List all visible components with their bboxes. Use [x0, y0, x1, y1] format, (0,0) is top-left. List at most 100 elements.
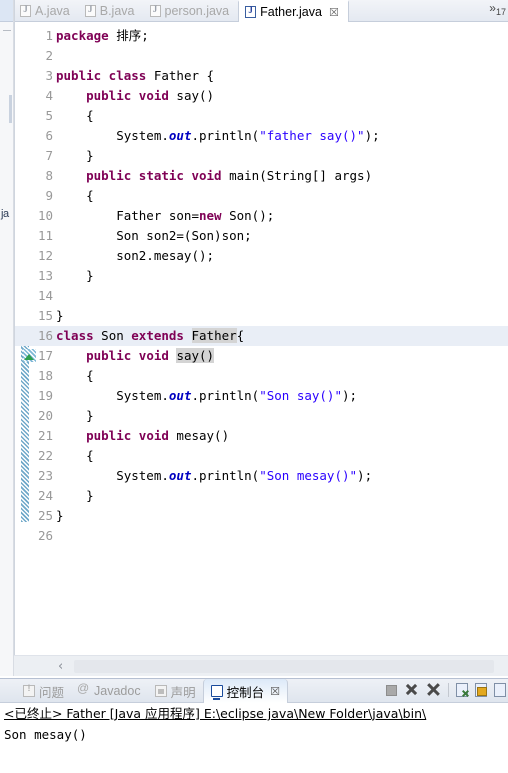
editor-tab-label: Father.java — [260, 5, 322, 19]
code-line-text: } — [56, 268, 94, 283]
line-number: 24 — [37, 488, 53, 503]
console-launch-header: <已终止> Father [Java 应用程序] E:\eclipse java… — [4, 706, 427, 721]
editor-tab-overflow-indicator[interactable]: »17 — [489, 1, 506, 17]
editor-tab-father-java[interactable]: Father.java ☒ — [238, 0, 349, 22]
horizontal-scroll-thumb[interactable] — [74, 660, 494, 673]
code-editor-canvas[interactable]: 1 package 排序; 2 3 public class Father {4 pub… — [14, 22, 508, 654]
code-line[interactable]: 12 son2.mesay(); — [14, 246, 508, 266]
editor-horizontal-scrollbar[interactable]: ‹ — [14, 655, 508, 676]
code-line[interactable]: 15} — [14, 306, 508, 326]
code-line[interactable]: 17 public void say() — [14, 346, 508, 366]
close-icon[interactable]: ☒ — [329, 6, 339, 19]
editor-tab-a-java[interactable]: A.java — [14, 0, 79, 22]
remove-all-launches-button[interactable] — [426, 682, 441, 697]
line-number: 1 — [45, 28, 53, 43]
code-line-text: public void say() — [86, 348, 215, 363]
code-line[interactable]: 13 } — [14, 266, 508, 286]
line-number: 17 — [37, 348, 53, 363]
console-tab-console[interactable]: 控制台 ☒ — [202, 679, 288, 703]
code-line[interactable]: 1 package 排序; — [14, 26, 508, 46]
code-line-text: public void say() — [86, 88, 215, 103]
line-number: 21 — [37, 428, 53, 443]
line-number: 19 — [37, 388, 53, 403]
line-number: 10 — [37, 208, 53, 223]
line-number: 5 — [45, 108, 53, 123]
code-line[interactable]: 8 public static void main(String[] args) — [14, 166, 508, 186]
code-line-text: { — [56, 108, 94, 123]
line-number: 7 — [45, 148, 53, 163]
code-line[interactable]: 9 { — [14, 186, 508, 206]
line-number: 16 — [37, 328, 53, 343]
code-line[interactable]: 23 System.out.println("Son mesay()"); — [14, 466, 508, 486]
code-line-text: Father son=new Son(); — [56, 208, 275, 223]
code-line-text: package 排序; — [56, 28, 149, 43]
code-line-text: public void mesay() — [86, 428, 230, 443]
code-line[interactable]: 26 — [14, 526, 508, 546]
clear-console-button[interactable] — [456, 683, 468, 697]
code-line-text: System.out.println("Son say()"); — [56, 388, 358, 403]
line-number: 6 — [45, 128, 53, 143]
code-line-text: System.out.println("Son mesay()"); — [56, 468, 373, 483]
editor-tab-b-java[interactable]: B.java — [79, 0, 144, 22]
code-line[interactable]: 6 System.out.println("father say()"); — [14, 126, 508, 146]
line-number: 18 — [37, 368, 53, 383]
console-output-text: Son mesay() — [4, 727, 87, 742]
collapsed-view-tab-marker[interactable] — [9, 95, 12, 123]
editor-area: A.javaB.javaperson.javaFather.java☒ »17 … — [14, 0, 508, 676]
scroll-left-arrow-icon[interactable]: ‹ — [58, 659, 63, 674]
line-number: 8 — [45, 168, 53, 183]
scroll-lock-button[interactable] — [475, 683, 487, 697]
editor-tab-label: A.java — [35, 4, 70, 18]
word-wrap-button[interactable] — [494, 683, 506, 697]
code-line-text: } — [56, 488, 94, 503]
java-file-icon — [245, 5, 257, 18]
code-line[interactable]: 20 } — [14, 406, 508, 426]
code-line[interactable]: 11 Son son2=(Son)son; — [14, 226, 508, 246]
console-tab-declaration[interactable]: 声明 — [148, 679, 203, 703]
java-file-icon — [84, 4, 96, 17]
collapsed-view-strip[interactable]: ja — [0, 0, 14, 676]
console-tab-label: 问题 — [39, 685, 65, 700]
close-icon[interactable]: ☒ — [270, 685, 280, 698]
code-line[interactable]: 19 System.out.println("Son say()"); — [14, 386, 508, 406]
code-line[interactable]: 14 — [14, 286, 508, 306]
code-line[interactable]: 24 } — [14, 486, 508, 506]
code-line[interactable]: 16 class Son extends Father{ — [14, 326, 508, 346]
console-output-area[interactable]: <已终止> Father [Java 应用程序] E:\eclipse java… — [0, 703, 508, 773]
code-line[interactable]: 25} — [14, 506, 508, 526]
toolbar-separator — [448, 682, 449, 697]
java-file-icon — [149, 4, 161, 17]
code-line-text: { — [56, 188, 94, 203]
editor-tab-person-java[interactable]: person.java — [144, 0, 239, 22]
line-number: 4 — [45, 88, 53, 103]
line-number: 3 — [45, 68, 53, 83]
code-line[interactable]: 4 public void say() — [14, 86, 508, 106]
hidden-tab-count: 17 — [495, 7, 506, 18]
code-line[interactable]: 10 Father son=new Son(); — [14, 206, 508, 226]
code-line-text: public class Father { — [56, 68, 215, 83]
terminate-button[interactable] — [386, 685, 397, 696]
line-number: 23 — [37, 468, 53, 483]
code-line-text: } — [56, 408, 94, 423]
code-line[interactable]: 5 { — [14, 106, 508, 126]
line-number: 22 — [37, 448, 53, 463]
code-line[interactable]: 22 { — [14, 446, 508, 466]
line-number: 20 — [37, 408, 53, 423]
code-line-text: public static void main(String[] args) — [86, 168, 373, 183]
code-line[interactable]: 21 public void mesay() — [14, 426, 508, 446]
declaration-icon — [154, 685, 167, 697]
collapsed-strip-divider — [3, 30, 11, 31]
console-tab-problems[interactable]: 问题 — [16, 679, 71, 703]
remove-launch-button[interactable] — [404, 682, 419, 697]
console-tab-javadoc[interactable]: Javadoc — [71, 679, 148, 703]
code-line-text: } — [56, 508, 64, 523]
code-line[interactable]: 18 { — [14, 366, 508, 386]
chevron-double-right-icon: » — [489, 1, 496, 15]
editor-tab-label: B.java — [99, 4, 135, 18]
code-line[interactable]: 2 — [14, 46, 508, 66]
code-line[interactable]: 7 } — [14, 146, 508, 166]
line-number: 25 — [37, 508, 53, 523]
code-line[interactable]: 3 public class Father { — [14, 66, 508, 86]
line-number: 14 — [37, 288, 53, 303]
console-icon — [210, 685, 223, 700]
